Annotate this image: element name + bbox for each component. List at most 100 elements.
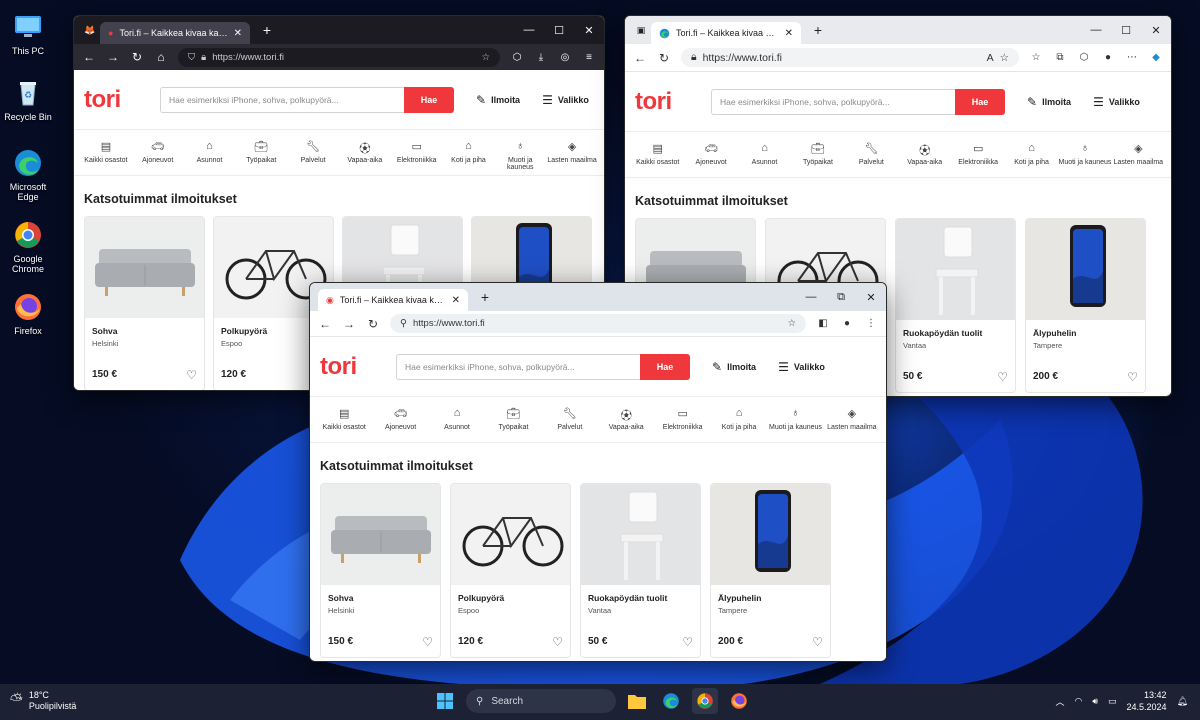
category-home-garden[interactable]: ⌂ Koti ja piha	[443, 140, 495, 164]
back-icon[interactable]: ←	[633, 51, 647, 65]
wifi-icon[interactable]: ◠	[1074, 696, 1082, 707]
maximize-button[interactable]: ⧉	[826, 291, 856, 304]
heart-icon[interactable]: ♡	[997, 370, 1008, 384]
address-bar[interactable]: ⚲ https://www.tori.fi ☆	[390, 314, 806, 333]
category-fashion[interactable]: ♁ Muoti ja kauneus	[494, 140, 546, 171]
menu-link[interactable]: ☰ Valikko	[778, 360, 825, 374]
category-home-garden[interactable]: ⌂ Koti ja piha	[711, 407, 767, 431]
close-window-button[interactable]: ✕	[856, 291, 886, 304]
site-info-icon[interactable]: ⚲	[400, 318, 407, 329]
heart-icon[interactable]: ♡	[186, 368, 197, 382]
category-kids[interactable]: ◈ Lasten maailma	[1112, 142, 1165, 166]
search-button[interactable]: Hae	[404, 86, 454, 113]
file-explorer-button[interactable]	[624, 688, 650, 714]
listing-card-chairs[interactable]: Ruokapöydän tuolit Vantaa 50 € ♡	[895, 218, 1016, 393]
category-fashion[interactable]: ♁ Muoti ja kauneus	[767, 407, 823, 431]
category-housing[interactable]: ⌂ Asunnot	[184, 140, 236, 164]
category-electronics[interactable]: ▭ Elektroniikka	[391, 140, 443, 164]
desktop-icon-chrome[interactable]: Google Chrome	[2, 220, 54, 274]
chrome-tab[interactable]: ◉ Tori.fi – Kaikkea kivaa kauppaa ✕	[318, 289, 468, 311]
edge-tab[interactable]: Tori.fi – Kaikkea kivaa kauppaa ✕	[651, 22, 801, 44]
category-services[interactable]: 🔧︎ Palvelut	[845, 142, 898, 166]
search-button[interactable]: Hae	[640, 353, 690, 380]
close-tab-icon[interactable]: ✕	[234, 28, 242, 39]
category-jobs[interactable]: 💼︎ Työpaikat	[485, 407, 541, 431]
battery-icon[interactable]: ▭	[1108, 696, 1117, 707]
category-vehicles[interactable]: 🚗︎ Ajoneuvot	[132, 140, 184, 164]
category-services[interactable]: 🔧︎ Palvelut	[542, 407, 598, 431]
category-fashion[interactable]: ♁ Muoti ja kauneus	[1058, 142, 1111, 166]
address-bar[interactable]: ⛉ 🔒︎ https://www.tori.fi ☆	[178, 47, 500, 67]
new-tab-button[interactable]: +	[256, 22, 278, 38]
minimize-button[interactable]: —	[1081, 24, 1111, 36]
post-ad-link[interactable]: ✎ Ilmoita	[712, 360, 756, 374]
search-input[interactable]: Hae esimerkiksi iPhone, sohva, polkupyör…	[396, 353, 640, 380]
profile-icon[interactable]: ●	[840, 318, 854, 329]
category-kids[interactable]: ◈ Lasten maailma	[824, 407, 880, 431]
minimize-button[interactable]: —	[514, 24, 544, 36]
category-all[interactable]: ▤ Kaikki osastot	[80, 140, 132, 164]
desktop-icon-recycle-bin[interactable]: ♻ Recycle Bin	[2, 78, 54, 122]
menu-link[interactable]: ☰ Valikko	[542, 93, 589, 107]
category-kids[interactable]: ◈ Lasten maailma	[546, 140, 598, 164]
start-button[interactable]	[432, 688, 458, 714]
tori-logo[interactable]: tori	[635, 88, 711, 116]
downloads-icon[interactable]: ⤓	[534, 52, 548, 63]
address-bar[interactable]: 🔒︎ https://www.tori.fi A ☆	[681, 48, 1019, 67]
search-button[interactable]: Hae	[955, 88, 1005, 115]
account-icon[interactable]: ◎	[558, 52, 572, 63]
category-services[interactable]: 🔧︎ Palvelut	[287, 140, 339, 164]
close-window-button[interactable]: ✕	[1141, 24, 1171, 37]
listing-card-sofa[interactable]: Sohva Helsinki 150 € ♡	[84, 216, 205, 390]
category-housing[interactable]: ⌂ Asunnot	[738, 142, 791, 166]
search-input[interactable]: Hae esimerkiksi iPhone, sohva, polkupyör…	[160, 86, 404, 113]
category-housing[interactable]: ⌂ Asunnot	[429, 407, 485, 431]
desktop-icon-firefox[interactable]: Firefox	[2, 292, 54, 336]
heart-icon[interactable]: ♡	[1127, 370, 1138, 384]
listing-card-bike[interactable]: Polkupyörä Espoo 120 € ♡	[450, 483, 571, 658]
taskbar-chrome-button[interactable]	[692, 688, 718, 714]
category-leisure[interactable]: ⚽︎ Vapaa-aika	[898, 142, 951, 166]
taskbar-search[interactable]: ⚲ Search	[466, 689, 616, 713]
close-tab-icon[interactable]: ✕	[785, 28, 793, 39]
listing-card-phone[interactable]: Älypuhelin Tampere 200 € ♡	[1025, 218, 1146, 393]
close-tab-icon[interactable]: ✕	[452, 295, 460, 306]
pocket-icon[interactable]: ⬡	[510, 52, 524, 63]
reload-icon[interactable]: ↻	[130, 50, 144, 64]
taskbar-firefox-button[interactable]	[726, 688, 752, 714]
search-input[interactable]: Hae esimerkiksi iPhone, sohva, polkupyör…	[711, 88, 955, 115]
tori-logo[interactable]: tori	[320, 353, 396, 381]
new-tab-button[interactable]: +	[474, 289, 496, 305]
maximize-button[interactable]: ☐	[544, 24, 574, 37]
category-electronics[interactable]: ▭ Elektroniikka	[654, 407, 710, 431]
forward-icon[interactable]: →	[106, 50, 120, 64]
category-vehicles[interactable]: 🚗︎ Ajoneuvot	[372, 407, 428, 431]
firefox-tab[interactable]: ● Tori.fi – Kaikkea kivaa kauppaa ✕	[100, 22, 250, 44]
taskbar-edge-button[interactable]	[658, 688, 684, 714]
listing-card-chairs[interactable]: Ruokapöydän tuolit Vantaa 50 € ♡	[580, 483, 701, 658]
menu-link[interactable]: ☰ Valikko	[1093, 95, 1140, 109]
desktop-icon-this-pc[interactable]: This PC	[2, 12, 54, 56]
copilot-icon[interactable]: ◆	[1149, 52, 1163, 63]
weather-widget[interactable]: ⛅︎ 18°C Puolipilvistä	[10, 690, 76, 712]
heart-icon[interactable]: ♡	[552, 635, 563, 649]
listing-card-phone[interactable]: Älypuhelin Tampere 200 € ♡	[710, 483, 831, 658]
close-window-button[interactable]: ✕	[574, 24, 604, 37]
heart-icon[interactable]: ♡	[812, 635, 823, 649]
back-icon[interactable]: ←	[82, 50, 96, 64]
volume-icon[interactable]: 🔊︎	[1092, 696, 1098, 707]
reload-icon[interactable]: ↻	[366, 317, 380, 331]
heart-icon[interactable]: ♡	[422, 635, 433, 649]
collections-icon[interactable]: ⧉	[1053, 52, 1067, 63]
menu-icon[interactable]: ≡	[582, 52, 596, 63]
favorite-star-icon[interactable]: ☆	[1000, 52, 1009, 64]
post-ad-link[interactable]: ✎ Ilmoita	[1027, 95, 1071, 109]
favorites-icon[interactable]: ☆	[1029, 52, 1043, 63]
category-jobs[interactable]: 💼︎ Työpaikat	[791, 142, 844, 166]
notification-icon[interactable]: 🔔︎	[1177, 696, 1188, 707]
profile-icon[interactable]: ●	[1101, 52, 1115, 63]
forward-icon[interactable]: →	[342, 317, 356, 331]
category-leisure[interactable]: ⚽︎ Vapaa-aika	[598, 407, 654, 431]
category-leisure[interactable]: ⚽︎ Vapaa-aika	[339, 140, 391, 164]
category-all[interactable]: ▤ Kaikki osastot	[316, 407, 372, 431]
